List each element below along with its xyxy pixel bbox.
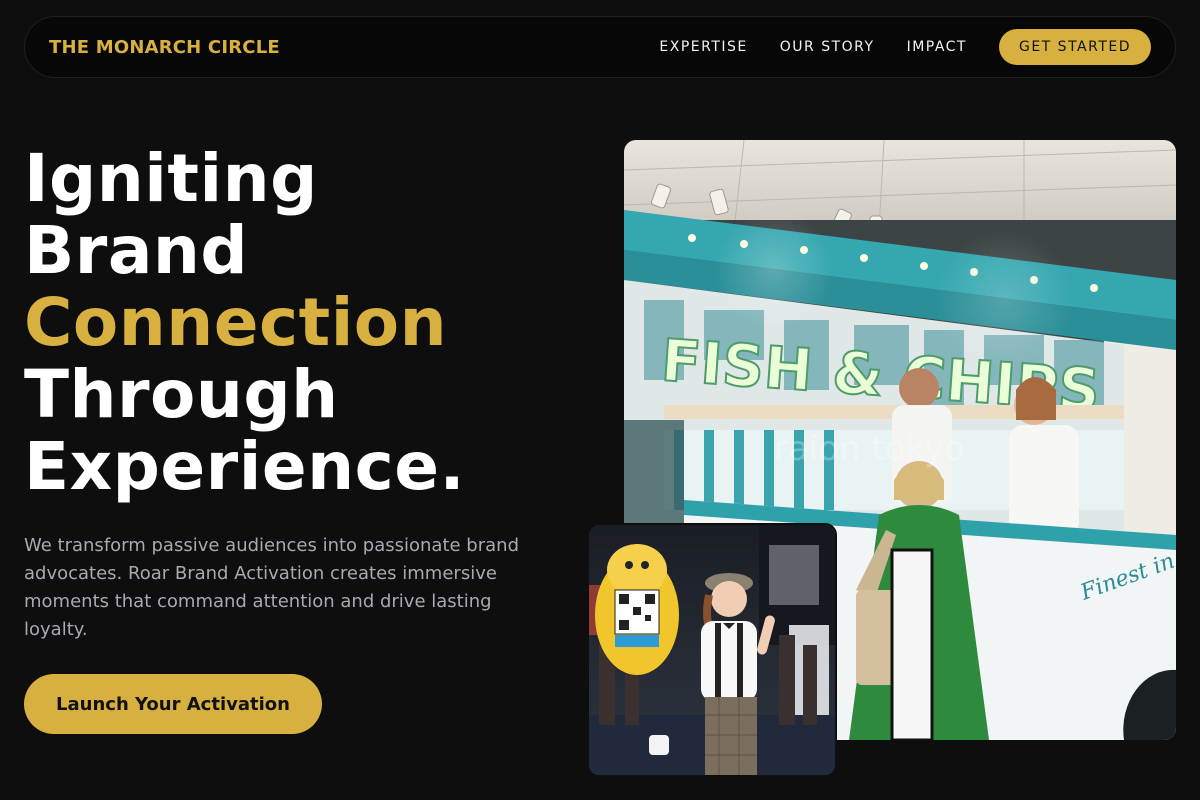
top-nav: THE MONARCH CIRCLE EXPERTISE OUR STORY I… (24, 16, 1176, 78)
nav-menu: EXPERTISE OUR STORY IMPACT GET STARTED (659, 29, 1151, 65)
nav-link-expertise[interactable]: EXPERTISE (659, 39, 747, 55)
brand-logo[interactable]: THE MONARCH CIRCLE (49, 37, 280, 58)
headline-line-3-accent: Connection (24, 284, 448, 361)
headline-line-5: Experience. (24, 428, 466, 505)
headline-line-4: Through (24, 356, 339, 433)
nav-link-our-story[interactable]: OUR STORY (780, 39, 875, 55)
nav-link-impact[interactable]: IMPACT (907, 39, 967, 55)
headline-line-2: Brand (24, 212, 249, 289)
launch-activation-button[interactable]: Launch Your Activation (24, 674, 322, 734)
mascot-promoter-photo (587, 523, 837, 777)
get-started-button[interactable]: GET STARTED (998, 29, 1151, 65)
watermark-text: raion tokyo (774, 429, 965, 469)
hero-headline: Igniting Brand Connection Through Experi… (24, 143, 465, 503)
headline-line-1: Igniting (24, 140, 318, 217)
hero-description: We transform passive audiences into pass… (24, 535, 519, 640)
